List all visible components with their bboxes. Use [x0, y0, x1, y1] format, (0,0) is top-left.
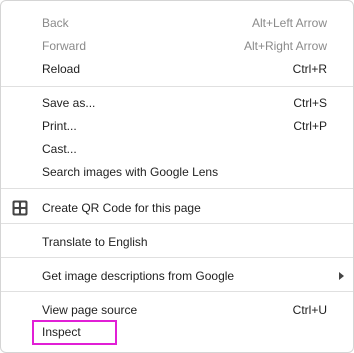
qr-code-icon [12, 200, 28, 216]
menu-item-label: Back [42, 16, 69, 30]
menu-separator [1, 223, 353, 224]
menu-item-shortcut: Alt+Left Arrow [251, 16, 327, 30]
menu-item-shortcut: Ctrl+S [293, 96, 327, 110]
menu-item-label: Save as... [42, 96, 96, 110]
menu-item-shortcut: Ctrl+P [293, 119, 327, 133]
menu-item-cast[interactable]: Cast... [1, 138, 353, 160]
menu-item-label: Reload [42, 62, 81, 76]
menu-item-label: Get image descriptions from Google [42, 269, 235, 283]
menu-separator [1, 291, 353, 292]
menu-item-shortcut: Alt+Right Arrow [243, 39, 327, 53]
menu-item-back: Back Alt+Left Arrow [1, 12, 353, 34]
menu-item-search-images-google-lens[interactable]: Search images with Google Lens [1, 161, 353, 183]
chevron-right-icon [339, 272, 344, 280]
menu-item-save-as[interactable]: Save as... Ctrl+S [1, 92, 353, 114]
inspect-highlight-box [32, 320, 117, 345]
menu-item-reload[interactable]: Reload Ctrl+R [1, 58, 353, 80]
menu-item-image-descriptions[interactable]: Get image descriptions from Google [1, 265, 353, 287]
menu-item-create-qr-code[interactable]: Create QR Code for this page [1, 197, 353, 219]
menu-item-label: Translate to English [42, 235, 148, 249]
menu-item-print[interactable]: Print... Ctrl+P [1, 115, 353, 137]
menu-item-label: Print... [42, 119, 77, 133]
menu-item-shortcut: Ctrl+R [292, 62, 327, 76]
menu-item-view-page-source[interactable]: View page source Ctrl+U [1, 299, 353, 321]
menu-item-shortcut: Ctrl+U [292, 303, 327, 317]
menu-separator [1, 188, 353, 189]
menu-item-label: Forward [42, 39, 87, 53]
menu-separator [1, 257, 353, 258]
menu-separator [1, 86, 353, 87]
menu-item-label: Search images with Google Lens [42, 165, 219, 179]
menu-item-translate[interactable]: Translate to English [1, 231, 353, 253]
menu-item-forward: Forward Alt+Right Arrow [1, 35, 353, 57]
menu-item-label: Cast... [42, 142, 77, 156]
menu-item-label: View page source [42, 303, 138, 317]
menu-item-label: Create QR Code for this page [42, 201, 201, 215]
context-menu: Back Alt+Left Arrow Forward Alt+Right Ar… [0, 0, 354, 353]
